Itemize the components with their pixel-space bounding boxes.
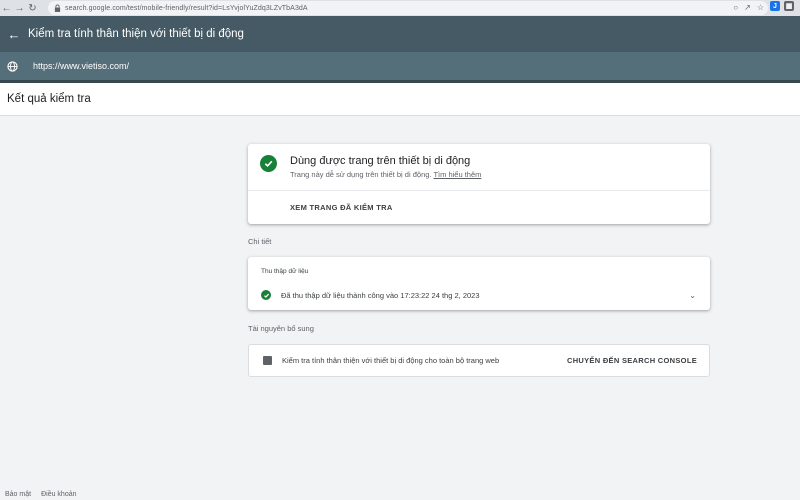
result-title: Dùng được trang trên thiết bị di động	[290, 155, 471, 167]
result-subtitle: Trang này dễ sử dụng trên thiết bị di độ…	[290, 170, 482, 179]
crawl-title: Thu thập dữ liệu	[261, 268, 309, 275]
resources-card: Kiểm tra tính thân thiện với thiết bị di…	[248, 344, 710, 377]
terms-link[interactable]: Điều khoản	[41, 491, 76, 498]
share-icon[interactable]: ↗	[744, 2, 751, 14]
extension-icon[interactable]: J	[770, 1, 780, 11]
result-card: Dùng được trang trên thiết bị di động Tr…	[248, 144, 710, 224]
browser-toolbar: ← → ↻ search.google.com/test/mobile-frie…	[0, 0, 800, 16]
reload-icon[interactable]: ↻	[26, 1, 39, 15]
address-bar[interactable]: search.google.com/test/mobile-friendly/r…	[48, 1, 768, 15]
results-header: Kết quả kiểm tra	[0, 83, 800, 116]
back-icon[interactable]: ←	[0, 1, 13, 15]
crawl-status: Đã thu thập dữ liệu thành công vào 17:23…	[281, 290, 480, 300]
learn-more-link[interactable]: Tìm hiểu thêm	[433, 170, 481, 179]
resources-text: Kiểm tra tính thân thiện với thiết bị di…	[282, 356, 500, 365]
search-console-button[interactable]: CHUYỂN ĐẾN SEARCH CONSOLE	[567, 356, 697, 365]
page-title: Kiểm tra tính thân thiện với thiết bị di…	[28, 28, 244, 40]
bar-chart-icon	[263, 356, 272, 365]
back-arrow-icon[interactable]: ←	[0, 27, 28, 42]
globe-icon	[0, 60, 24, 72]
google-lens-icon[interactable]: ○	[733, 2, 738, 14]
results-title: Kết quả kiểm tra	[7, 93, 91, 105]
tested-url: https://www.vietiso.com/	[33, 61, 130, 71]
forward-icon[interactable]: →	[13, 1, 26, 15]
check-circle-icon	[261, 290, 271, 300]
puzzle-icon[interactable]: ▦	[784, 1, 794, 11]
details-label: Chi tiết	[248, 237, 272, 246]
tested-url-bar: https://www.vietiso.com/	[0, 52, 800, 80]
privacy-link[interactable]: Bảo mật	[5, 491, 31, 498]
footer: Bảo mật Điều khoản	[5, 491, 77, 498]
bookmark-star-icon[interactable]: ☆	[757, 2, 764, 14]
address-text: search.google.com/test/mobile-friendly/r…	[65, 4, 308, 12]
resources-label: Tài nguyên bổ sung	[248, 324, 314, 333]
chevron-down-icon[interactable]: ⌄	[689, 291, 696, 300]
app-header: ← Kiểm tra tính thân thiện với thiết bị …	[0, 16, 800, 52]
crawl-card[interactable]: Thu thập dữ liệu Đã thu thập dữ liệu thà…	[248, 257, 710, 310]
lock-icon	[54, 4, 61, 12]
view-tested-page-button[interactable]: XEM TRANG ĐÃ KIỂM TRA	[290, 203, 393, 212]
check-circle-icon	[260, 155, 277, 172]
